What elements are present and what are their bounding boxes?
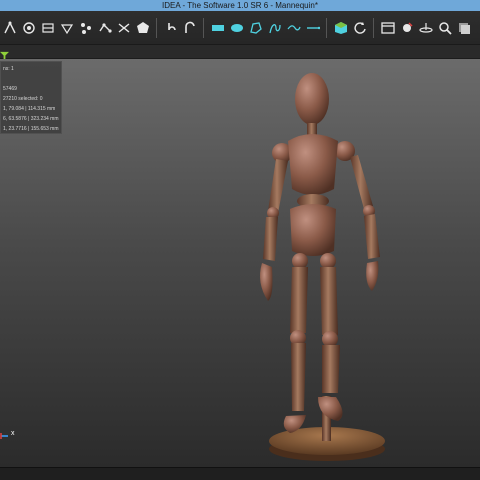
info-row: 27210 selected: 0	[3, 96, 43, 102]
curve-bend-icon[interactable]	[182, 20, 197, 35]
info-row: 57469	[3, 86, 17, 92]
main-toolbar	[0, 11, 480, 45]
cube-view-icon[interactable]	[333, 20, 348, 35]
toolbar-separator	[203, 17, 204, 38]
toolbar-separator	[373, 17, 374, 38]
window-title: IDEA - The Software 1.0 SR 6 - Mannequin…	[0, 0, 480, 11]
status-bar	[0, 467, 480, 480]
info-row	[3, 74, 59, 84]
filter-icon[interactable]	[0, 47, 9, 60]
select-vertex-icon[interactable]	[2, 20, 17, 35]
select-lasso-icon[interactable]	[21, 20, 36, 35]
wave-icon[interactable]	[286, 20, 301, 35]
remesh-icon[interactable]	[59, 20, 74, 35]
axis-indicator: x	[0, 429, 20, 443]
info-row: 1, 23.7716 | 155.653 mm	[3, 126, 59, 132]
zoom-icon[interactable]	[437, 20, 452, 35]
axis-label: x	[11, 430, 15, 437]
toolbar-separator	[326, 17, 327, 38]
3d-viewport[interactable]: ns: 1 57469 27210 selected: 0 1, 79.084 …	[0, 59, 480, 467]
rectangle-icon[interactable]	[210, 20, 225, 35]
mannequin-model[interactable]	[230, 71, 400, 461]
line-icon[interactable]	[305, 20, 320, 35]
smooth-icon[interactable]	[78, 20, 93, 35]
spline-icon[interactable]	[267, 20, 282, 35]
paint-icon[interactable]	[399, 20, 414, 35]
toolbar-separator	[156, 17, 157, 38]
ellipse-icon[interactable]	[229, 20, 244, 35]
freeform-icon[interactable]	[248, 20, 263, 35]
info-row: 1, 79.084 | 114.315 mm	[3, 106, 56, 112]
info-panel: ns: 1 57469 27210 selected: 0 1, 79.084 …	[0, 61, 62, 134]
mesh-repair-icon[interactable]	[135, 20, 150, 35]
info-row: 6, 63.5876 | 323.234 mm	[3, 116, 59, 122]
subdivide-icon[interactable]	[116, 20, 131, 35]
decimate-icon[interactable]	[97, 20, 112, 35]
window-icon[interactable]	[380, 20, 395, 35]
fill-mesh-icon[interactable]	[40, 20, 55, 35]
layers-icon[interactable]	[456, 20, 471, 35]
sub-toolbar	[0, 45, 480, 60]
info-row: ns: 1	[3, 66, 14, 72]
curve-hook-icon[interactable]	[163, 20, 178, 35]
rotate-icon[interactable]	[352, 20, 367, 35]
plane-icon[interactable]	[418, 20, 433, 35]
